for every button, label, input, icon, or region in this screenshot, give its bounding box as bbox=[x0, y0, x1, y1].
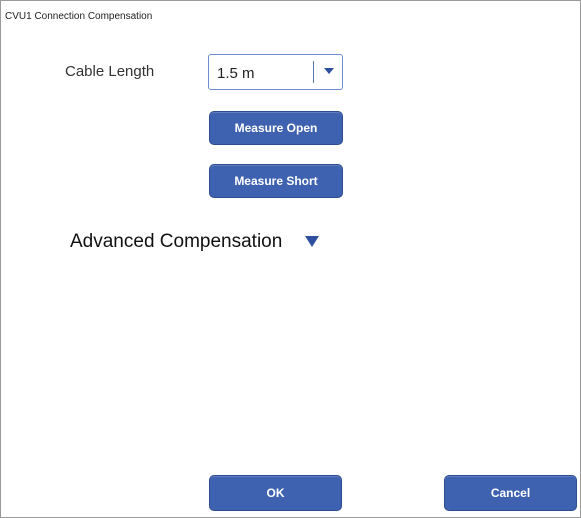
cable-length-select[interactable]: 1.5 m bbox=[208, 54, 343, 90]
chevron-down-icon[interactable] bbox=[322, 64, 336, 78]
connection-compensation-dialog: CVU1 Connection Compensation Cable Lengt… bbox=[0, 0, 581, 518]
advanced-compensation-toggle[interactable]: Advanced Compensation bbox=[70, 231, 320, 253]
expand-arrow-icon[interactable] bbox=[304, 234, 320, 248]
cable-length-value: 1.5 m bbox=[217, 65, 255, 82]
measure-short-button[interactable]: Measure Short bbox=[209, 164, 343, 198]
cable-length-label: Cable Length bbox=[65, 63, 155, 80]
measure-open-button[interactable]: Measure Open bbox=[209, 111, 343, 145]
window-title: CVU1 Connection Compensation bbox=[5, 11, 153, 22]
cancel-button[interactable]: Cancel bbox=[444, 475, 577, 511]
advanced-compensation-label: Advanced Compensation bbox=[70, 231, 283, 252]
ok-button[interactable]: OK bbox=[209, 475, 342, 511]
select-divider bbox=[313, 61, 314, 83]
